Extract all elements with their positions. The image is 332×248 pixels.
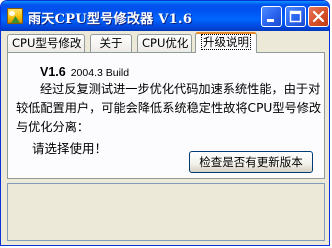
- close-icon: [312, 10, 325, 23]
- version-number: V1.6: [40, 65, 66, 79]
- minimize-button[interactable]: [261, 6, 282, 27]
- title-bar[interactable]: 雨天CPU型号修改器 V1.6: [1, 1, 329, 31]
- version-line: V1.6 2004.3 Build: [40, 61, 129, 80]
- upgrade-description-text: 经过反复测试进一步优化代码加速系统性能，由于对较低配置用户，可能会降低系统稳定性…: [16, 82, 322, 134]
- tab-cpu-optimize[interactable]: CPU优化: [137, 34, 192, 52]
- upgrade-description: 经过反复测试进一步优化代码加速系统性能，由于对较低配置用户，可能会降低系统稳定性…: [16, 80, 324, 137]
- app-landscape-icon[interactable]: [7, 8, 23, 24]
- tab-panel-upgrade-notes: V1.6 2004.3 Build 经过反复测试进一步优化代码加速系统性能，由于对…: [7, 52, 325, 179]
- window-title: 雨天CPU型号修改器 V1.6: [28, 12, 193, 27]
- minimize-icon: [267, 19, 274, 22]
- usage-prompt: 请选择使用！: [32, 141, 108, 156]
- tab-upgrade-notes-label: 升级说明: [201, 34, 251, 50]
- maximize-button[interactable]: [285, 6, 306, 27]
- tab-about[interactable]: 关于: [90, 34, 132, 52]
- close-button[interactable]: [308, 6, 329, 27]
- build-label: 2004.3 Build: [70, 67, 130, 79]
- tab-cpu-model-modify[interactable]: CPU型号修改: [7, 34, 85, 52]
- maximize-icon: [289, 10, 302, 23]
- check-update-button[interactable]: 检查是否有更新版本: [189, 151, 313, 173]
- tab-strip: CPU型号修改 关于 CPU优化 升级说明: [7, 32, 327, 53]
- bottom-status-area: [7, 183, 325, 241]
- app-window: 雨天CPU型号修改器 V1.6 CPU型号修改 关于 CPU优化 升级说明 V1…: [0, 0, 330, 246]
- tab-upgrade-notes[interactable]: 升级说明: [195, 32, 257, 53]
